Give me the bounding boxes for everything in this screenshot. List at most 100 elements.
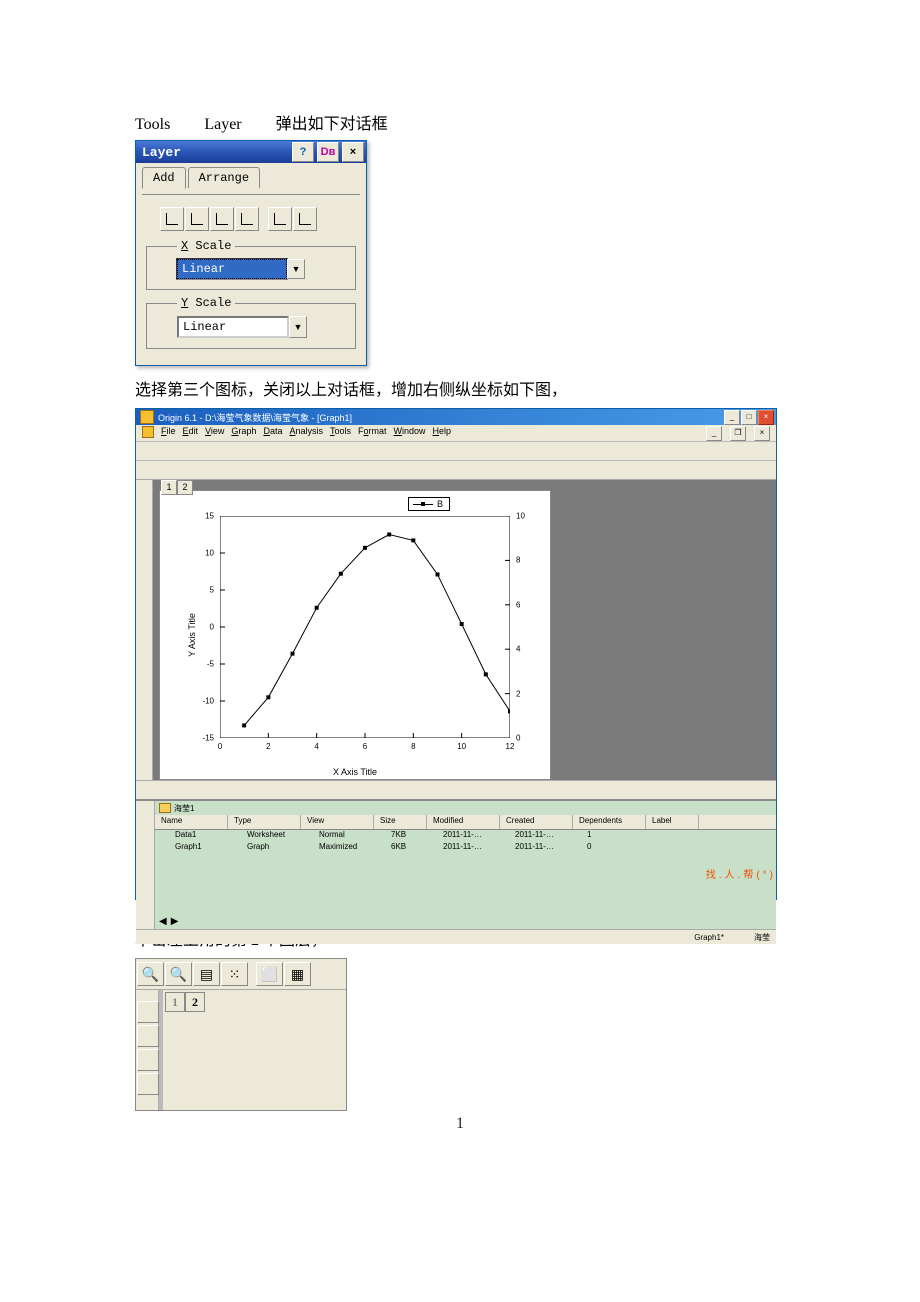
toolbar-button[interactable] — [170, 462, 186, 478]
table-row[interactable]: Data1WorksheetNormal7KB2011-11-…2011-11-… — [169, 830, 776, 842]
snippet-layer-2[interactable]: 2 — [185, 992, 205, 1012]
toolbar-button[interactable] — [410, 443, 426, 459]
toolbar-button[interactable] — [258, 443, 274, 459]
vtool-button[interactable] — [136, 482, 152, 498]
toolbar-button[interactable] — [682, 782, 698, 798]
toolbar-button[interactable] — [238, 782, 254, 798]
vtool-button[interactable] — [136, 658, 152, 674]
toolbar-main[interactable] — [136, 442, 776, 461]
col-header[interactable]: Type — [228, 815, 301, 829]
toolbar-button[interactable] — [254, 782, 270, 798]
dropdown-icon[interactable]: ▼ — [289, 316, 307, 338]
vtool-button[interactable] — [136, 642, 152, 658]
snippet-vtoolbar[interactable] — [136, 990, 159, 1110]
toolbar-button[interactable] — [646, 782, 662, 798]
toolbar-button[interactable] — [138, 462, 154, 478]
child-close-icon[interactable]: × — [754, 426, 770, 441]
vtool-button[interactable] — [136, 610, 152, 626]
menu-file[interactable]: File — [161, 426, 176, 440]
toolbar-button[interactable] — [310, 462, 326, 478]
tab-arrange[interactable]: Arrange — [188, 167, 260, 188]
toolbar-button[interactable] — [174, 443, 190, 459]
toolbar-button[interactable] — [442, 782, 458, 798]
toolbar-button[interactable] — [562, 782, 578, 798]
toolbar-button[interactable] — [186, 782, 202, 798]
snippet-layer-tabs[interactable]: 1 2 — [165, 992, 205, 1012]
toolbar-button[interactable] — [326, 443, 342, 459]
maximize-icon[interactable]: □ — [741, 410, 757, 425]
layout-icon-3[interactable] — [137, 1049, 159, 1071]
toolbar-secondary[interactable] — [136, 461, 776, 480]
toolbar-button[interactable] — [426, 443, 442, 459]
axis-type-icon-5[interactable] — [268, 207, 292, 231]
toolbar-button[interactable] — [258, 462, 274, 478]
toolbar-button[interactable] — [566, 443, 582, 459]
zoom-out-icon[interactable]: 🔍 — [165, 962, 192, 986]
vtool-button[interactable] — [136, 562, 152, 578]
toolbar-button[interactable] — [226, 462, 242, 478]
toolbar-button[interactable] — [138, 443, 154, 459]
toolbar-button[interactable] — [310, 443, 326, 459]
project-explorer[interactable]: 海莹1 NameTypeViewSizeModifiedCreatedDepen… — [136, 799, 776, 929]
page-icon[interactable]: ▤ — [193, 962, 220, 986]
menu-graph[interactable]: Graph — [231, 426, 256, 440]
table-row[interactable]: Graph1GraphMaximized6KB2011-11-…2011-11-… — [169, 842, 776, 854]
toolbar-button[interactable] — [498, 443, 514, 459]
yscale-select[interactable]: Linear ▼ — [177, 316, 307, 338]
vtool-button[interactable] — [136, 674, 152, 690]
grid-icon[interactable]: ▦ — [284, 962, 311, 986]
toolbar-button[interactable] — [462, 443, 478, 459]
vtool-button[interactable] — [136, 498, 152, 514]
project-scroll[interactable]: ◀ ▶ — [155, 915, 178, 927]
axis-type-icon-3[interactable] — [210, 207, 234, 231]
toolbar-button[interactable] — [546, 782, 562, 798]
col-header[interactable]: Size — [374, 815, 427, 829]
project-columns[interactable]: NameTypeViewSizeModifiedCreatedDependent… — [155, 815, 776, 830]
toolbar-button[interactable] — [618, 443, 634, 459]
toolbar-button[interactable] — [274, 443, 290, 459]
toolbar-button[interactable] — [158, 443, 174, 459]
dock-icon-button[interactable]: Dʙ — [317, 142, 339, 162]
layout-icon-4[interactable] — [137, 1073, 159, 1095]
toolbar-button[interactable] — [242, 462, 258, 478]
toolbar-button[interactable] — [530, 443, 546, 459]
col-header[interactable]: View — [301, 815, 374, 829]
toolbar-button[interactable] — [514, 443, 530, 459]
toolbar-button[interactable] — [410, 782, 426, 798]
scroll-right-icon[interactable]: ▶ — [171, 916, 179, 927]
vtool-button[interactable] — [136, 530, 152, 546]
close-icon-button[interactable]: × — [342, 142, 364, 162]
scroll-left-icon[interactable]: ◀ — [159, 916, 167, 927]
toolbar-button[interactable] — [242, 443, 258, 459]
vtool-button[interactable] — [136, 706, 152, 722]
toolbar-button[interactable] — [138, 782, 154, 798]
toolbar-button[interactable] — [458, 782, 474, 798]
axis-type-icon-4[interactable] — [235, 207, 259, 231]
layer-tab-2[interactable]: 2 — [177, 480, 193, 495]
toolbar-button[interactable] — [482, 443, 498, 459]
toolbar-button[interactable] — [698, 782, 714, 798]
vertical-toolbar[interactable] — [136, 480, 153, 780]
layout-icon-1[interactable] — [137, 1001, 159, 1023]
minimize-icon[interactable]: _ — [724, 410, 740, 425]
child-restore-icon[interactable]: ❐ — [730, 426, 746, 441]
toolbar-button[interactable] — [702, 443, 718, 459]
toolbar-button[interactable] — [670, 443, 686, 459]
toolbar-button[interactable] — [630, 782, 646, 798]
layout-icon-2[interactable] — [137, 1025, 159, 1047]
child-min-icon[interactable]: _ — [706, 426, 722, 441]
toolbar-button[interactable] — [390, 782, 406, 798]
layer-tab-1[interactable]: 1 — [161, 480, 177, 495]
vtool-button[interactable] — [136, 690, 152, 706]
toolbar-button[interactable] — [306, 782, 322, 798]
menu-view[interactable]: View — [205, 426, 224, 440]
axis-type-icon-6[interactable] — [293, 207, 317, 231]
toolbar-button[interactable] — [526, 782, 542, 798]
toolbar-button[interactable] — [154, 462, 170, 478]
toolbar-button[interactable] — [222, 443, 238, 459]
zoom-in-icon[interactable]: 🔍 — [137, 962, 164, 986]
toolbar-button[interactable] — [374, 782, 390, 798]
toolbar-button[interactable] — [274, 782, 290, 798]
vtool-button[interactable] — [136, 514, 152, 530]
vtool-button[interactable] — [136, 738, 152, 754]
